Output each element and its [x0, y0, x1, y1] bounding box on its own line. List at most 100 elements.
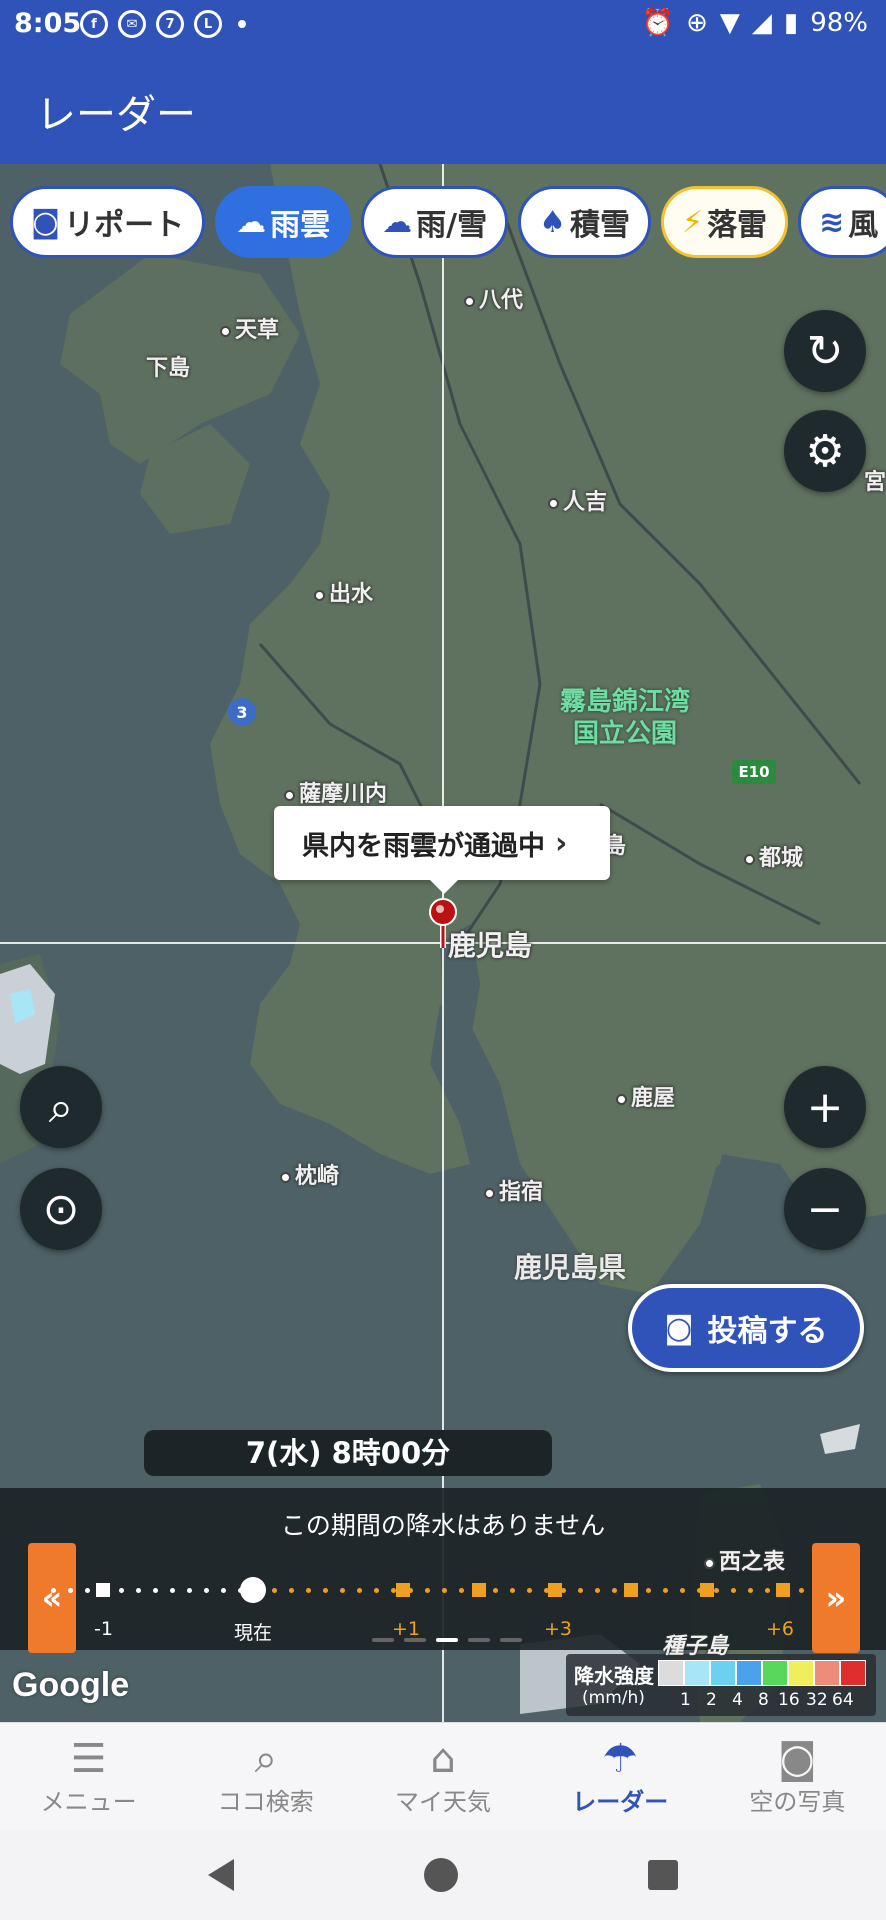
place-shimoshima: 下島 [146, 356, 191, 381]
timeline-tick [527, 1588, 532, 1593]
nav-radar[interactable]: ☂ レーダー [532, 1723, 709, 1830]
timeline-hour-marker [472, 1583, 486, 1597]
status-bar: 8:05 f ✉ 7 L ⏰ ⊕ ▼ ◢ ▮ 98% [0, 0, 886, 48]
timeline-track[interactable] [0, 1577, 886, 1603]
timeline-tick [510, 1588, 515, 1593]
timeline-tick [357, 1588, 362, 1593]
camera-icon: ◙ [664, 1310, 694, 1346]
timeline-tick [595, 1588, 600, 1593]
nav-menu[interactable]: ☰ メニュー [0, 1723, 177, 1830]
nav-search[interactable]: ⌕ ココ検索 [177, 1723, 354, 1830]
legend-swatch [840, 1660, 866, 1686]
forward-button[interactable]: » [812, 1543, 860, 1653]
bottom-nav: ☰ メニュー ⌕ ココ検索 ⌂ マイ天気 ☂ レーダー ◙ 空の写真 [0, 1722, 886, 1830]
google-logo: Google [12, 1666, 130, 1704]
timeline-tick [204, 1588, 209, 1593]
rewind-button[interactable]: « [28, 1543, 76, 1653]
timeline-tick [680, 1588, 685, 1593]
no-precipitation-message: この期間の降水はありません [280, 1511, 606, 1540]
rain-cloud-icon: ☁ [236, 204, 267, 240]
timeline-label: 現在 [234, 1622, 273, 1644]
zoom-in-button[interactable]: + [784, 1066, 866, 1148]
battery-percent: 98% [810, 8, 868, 38]
timeline-tick [374, 1588, 379, 1593]
timeline-tick [221, 1588, 226, 1593]
timeline-tick [153, 1588, 158, 1593]
data-saver-icon: ⊕ [686, 8, 708, 38]
wifi-icon: ▼ [719, 8, 740, 38]
timeline-tick [136, 1588, 141, 1593]
place-miyakonojo: 都城 [744, 840, 803, 872]
pager-dot [372, 1638, 394, 1642]
notification-icons: f ✉ 7 L [80, 10, 246, 38]
timeline-hour-marker [700, 1583, 714, 1597]
minus-icon: − [806, 1183, 844, 1235]
place-kagoshima: 鹿児島 [448, 929, 533, 962]
place-kanoya: 鹿屋 [616, 1080, 675, 1112]
timeline-hour-marker [624, 1583, 638, 1597]
rain-callout[interactable]: 県内を雨雲が通過中 › [274, 806, 610, 894]
timeline-tick [187, 1588, 192, 1593]
place-hitoyoshi: 人吉 [548, 484, 607, 516]
legend-swatch [684, 1660, 710, 1686]
chip-report[interactable]: ◙ リポート [10, 186, 206, 258]
timeline-tick [578, 1588, 583, 1593]
legend-swatch [788, 1660, 814, 1686]
nav-my-weather[interactable]: ⌂ マイ天気 [354, 1723, 531, 1830]
timeline-tick [51, 1588, 56, 1593]
recents-button[interactable] [648, 1860, 678, 1890]
route-badge: 3 [228, 698, 256, 726]
double-chevron-left-icon: « [41, 1579, 63, 1617]
timeline-label: +6 [766, 1618, 795, 1640]
refresh-icon: ↻ [806, 325, 844, 377]
back-button[interactable] [208, 1859, 234, 1891]
timeline-tick [68, 1588, 73, 1593]
lightning-icon: ⚡ [681, 204, 704, 240]
timeline-tick [459, 1588, 464, 1593]
legend-title: 降水強度 [574, 1664, 654, 1688]
timeline-tick [663, 1588, 668, 1593]
radar-map[interactable]: 天草 下島 八代 人吉 出水 薩摩川内 都城 鹿児島 鹿屋 枕崎 指宿 西之表 … [0, 164, 886, 1722]
search-icon: ⌕ [48, 1081, 74, 1133]
menu-icon: ☰ [70, 1736, 107, 1782]
refresh-button[interactable]: ↻ [784, 310, 866, 392]
battery-icon: ▮ [783, 8, 799, 38]
chip-rain-snow[interactable]: ☁ 雨/雪 [361, 186, 509, 258]
timeline-tick [646, 1588, 651, 1593]
snow-depth-icon: ♠ [539, 204, 566, 240]
timeline-tick [85, 1588, 90, 1593]
timeline-tick [289, 1588, 294, 1593]
timeline-hour-marker [776, 1583, 790, 1597]
timeline-label: +3 [544, 1618, 573, 1640]
pager-dot [500, 1638, 522, 1642]
settings-button[interactable]: ⚙ [784, 410, 866, 492]
zoom-out-button[interactable]: − [784, 1168, 866, 1250]
legend-value: 32 [806, 1690, 828, 1710]
home-button[interactable] [424, 1858, 458, 1892]
place-nishinoomote: 西之表 [704, 1544, 785, 1576]
chevron-right-icon: › [555, 825, 568, 861]
timeline-tick [612, 1588, 617, 1593]
timeline-label: +1 [392, 1618, 421, 1640]
place-izumi: 出水 [314, 576, 373, 608]
timeline-tick [170, 1588, 175, 1593]
chip-rain-cloud[interactable]: ☁ 雨雲 [215, 186, 352, 258]
timeline-tick [323, 1588, 328, 1593]
timeline-tick [799, 1588, 804, 1593]
expressway-badge: E10 [732, 760, 776, 784]
chip-wind[interactable]: ≋ 風 [798, 186, 886, 258]
legend-value: 16 [778, 1690, 800, 1710]
timeline-current-knob[interactable] [240, 1577, 266, 1603]
timeline-pager [372, 1638, 522, 1642]
nav-sky-photos[interactable]: ◙ 空の写真 [709, 1723, 886, 1830]
post-photo-button[interactable]: ◙ 投稿する [628, 1284, 864, 1372]
timeline-past-marker [96, 1583, 110, 1597]
page-title: レーダー [36, 92, 196, 138]
locate-button[interactable]: ⊙ [20, 1168, 102, 1250]
facebook-icon: f [80, 10, 108, 38]
pager-dot [436, 1638, 458, 1642]
search-button[interactable]: ⌕ [20, 1066, 102, 1148]
legend-value: 2 [706, 1690, 717, 1710]
chip-lightning[interactable]: ⚡ 落雷 [660, 186, 789, 258]
chip-snow-depth[interactable]: ♠ 積雪 [518, 186, 651, 258]
